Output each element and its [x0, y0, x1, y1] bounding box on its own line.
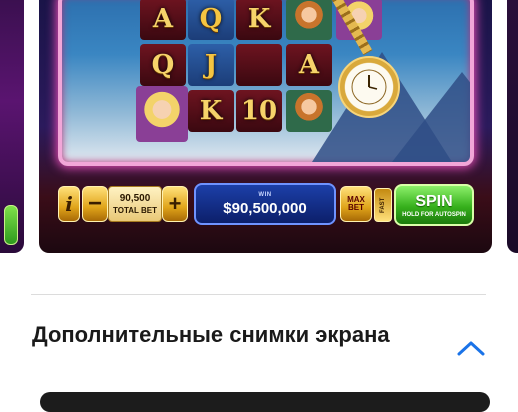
spin-button-partial [4, 205, 18, 245]
max-bet-button[interactable]: MAX BET [340, 186, 372, 222]
win-label: WIN [258, 191, 272, 198]
total-bet-label: TOTAL BET [113, 205, 157, 215]
spin-button[interactable]: SPIN HOLD FOR AUTOSPIN [394, 184, 474, 226]
reel-symbol-character [286, 90, 332, 132]
reel-symbol: A [140, 0, 186, 40]
fast-spin-toggle[interactable]: FAST [374, 188, 392, 222]
screenshot-next[interactable] [507, 0, 518, 253]
spin-label: SPIN [415, 192, 453, 210]
slot-control-bar: i − 90,500 TOTAL BET + WIN $90,500,000 M… [58, 182, 478, 226]
reel-symbol: A [286, 44, 332, 86]
pocket-watch-icon [338, 56, 400, 118]
max-bet-label-line2: BET [348, 203, 364, 212]
win-display: WIN $90,500,000 [194, 183, 336, 225]
additional-screenshot-preview[interactable] [40, 392, 490, 412]
reel-symbol: K [236, 0, 282, 40]
decrease-bet-button[interactable]: − [82, 186, 108, 222]
screenshot-previous[interactable] [0, 0, 24, 253]
increase-bet-button[interactable]: + [162, 186, 188, 222]
reel-symbol-character [286, 0, 332, 40]
info-button[interactable]: i [58, 186, 80, 222]
background-mountain [392, 72, 470, 162]
reel-symbol: J [188, 44, 234, 86]
reel-symbol: Q [188, 0, 234, 40]
section-title: Дополнительные снимки экрана [32, 322, 390, 347]
reel-symbol-character [136, 86, 188, 142]
chevron-up-icon[interactable] [455, 336, 487, 360]
reel-symbol: 10 [236, 90, 282, 132]
slot-reels: A Q K Q J A K 10 [58, 0, 474, 166]
spin-sublabel: HOLD FOR AUTOSPIN [402, 211, 466, 218]
reel-symbol: K [188, 90, 234, 132]
win-value: $90,500,000 [223, 199, 307, 217]
screenshot-current[interactable]: A Q K Q J A K 10 i − 90,500 TOTAL BET + … [39, 0, 492, 253]
reel-symbol-fox [236, 44, 282, 86]
section-divider [31, 294, 486, 295]
total-bet-display: 90,500 TOTAL BET [108, 186, 162, 222]
total-bet-value: 90,500 [119, 192, 151, 204]
reel-symbol: Q [140, 44, 186, 86]
